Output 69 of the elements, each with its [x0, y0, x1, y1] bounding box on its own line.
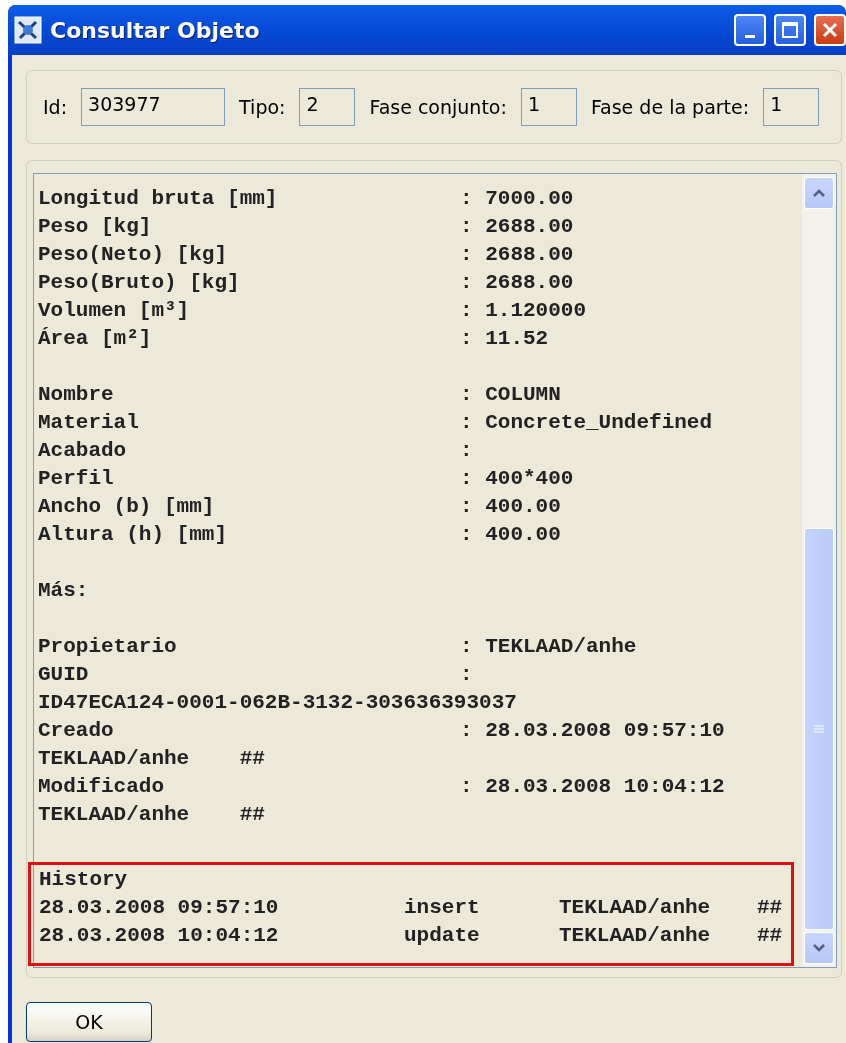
property-value: : Concrete_Undefined: [460, 410, 713, 434]
property-value: : 7000.00: [460, 186, 574, 210]
property-value: : 2688.00: [460, 242, 574, 266]
field-label: Id:: [43, 96, 68, 118]
property-label: Modificado: [38, 774, 166, 798]
window-title: Consultar Objeto: [50, 17, 261, 43]
input-field[interactable]: 1: [520, 88, 577, 126]
scroll-up-button[interactable]: [804, 177, 834, 209]
property-value: : 400.00: [460, 522, 561, 546]
chevron-up-icon: [812, 188, 826, 198]
ok-button[interactable]: OK: [26, 1002, 152, 1042]
property-value: : 1.120000: [460, 298, 587, 322]
history-action: insert: [404, 895, 481, 919]
app-icon: [14, 16, 42, 44]
field-label: Fase conjunto:: [369, 96, 507, 118]
property-value: : 2688.00: [460, 214, 574, 238]
input-field[interactable]: 1: [763, 88, 820, 126]
report-text: TEKLAAD/anhe ##: [38, 746, 265, 770]
property-value: : 28.03.2008 10:04:12: [460, 774, 725, 798]
property-label: GUID: [38, 662, 90, 686]
property-value: :: [460, 438, 473, 462]
history-mark: ##: [757, 923, 784, 947]
maximize-button[interactable]: [774, 14, 806, 46]
field-label: Tipo:: [239, 96, 286, 118]
property-label: Peso(Neto) [kg]: [38, 242, 229, 266]
history-date: 28.03.2008 10:04:12: [39, 923, 280, 947]
property-label: Propietario: [38, 634, 178, 658]
history-date: 28.03.2008 09:57:10: [39, 895, 280, 919]
history-user: TEKLAAD/anhe: [559, 923, 712, 947]
property-label: Perfil: [38, 466, 115, 490]
close-button[interactable]: [814, 14, 846, 46]
history-action: update: [404, 923, 481, 947]
scroll-down-button[interactable]: [804, 932, 834, 964]
property-value: : 400.00: [460, 494, 561, 518]
report-text: ID47ECA124-0001-062B-3132-303636393037: [38, 690, 517, 714]
property-value: :: [460, 662, 473, 686]
property-label: Creado: [38, 718, 115, 742]
property-label: Acabado: [38, 438, 128, 462]
history-title: History: [39, 867, 128, 891]
scrollbar[interactable]: [802, 174, 836, 967]
property-label: Altura (h) [mm]: [38, 522, 229, 546]
property-label: Peso [kg]: [38, 214, 153, 238]
input-field[interactable]: 2: [299, 88, 356, 126]
property-label: Peso(Bruto) [kg]: [38, 270, 241, 294]
scroll-thumb[interactable]: [804, 528, 834, 930]
property-label: Volumen [m³]: [38, 298, 191, 322]
chevron-down-icon: [812, 943, 826, 953]
input-field[interactable]: 303977: [81, 88, 226, 126]
property-value: : 2688.00: [460, 270, 574, 294]
property-value: : COLUMN: [460, 382, 561, 406]
property-value: : TEKLAAD/anhe: [460, 634, 637, 658]
property-label: Material: [38, 410, 140, 434]
history-mark: ##: [757, 895, 784, 919]
report-text: Más:: [38, 578, 89, 602]
property-value: : 400*400: [460, 466, 574, 490]
property-value: : 28.03.2008 09:57:10: [460, 718, 725, 742]
maximize-icon: [781, 21, 799, 39]
grip-icon: [814, 725, 824, 733]
property-label: Nombre: [38, 382, 115, 406]
minimize-icon: [745, 34, 755, 38]
history-user: TEKLAAD/anhe: [559, 895, 712, 919]
property-label: Longitud bruta [mm]: [38, 186, 279, 210]
field-label: Fase de la parte:: [590, 96, 750, 118]
property-label: Ancho (b) [mm]: [38, 494, 216, 518]
property-label: Área [m²]: [38, 326, 153, 350]
minimize-button[interactable]: [734, 14, 766, 46]
report-text: TEKLAAD/anhe ##: [38, 802, 265, 826]
property-value: : 11.52: [460, 326, 549, 350]
close-icon: [821, 21, 839, 39]
